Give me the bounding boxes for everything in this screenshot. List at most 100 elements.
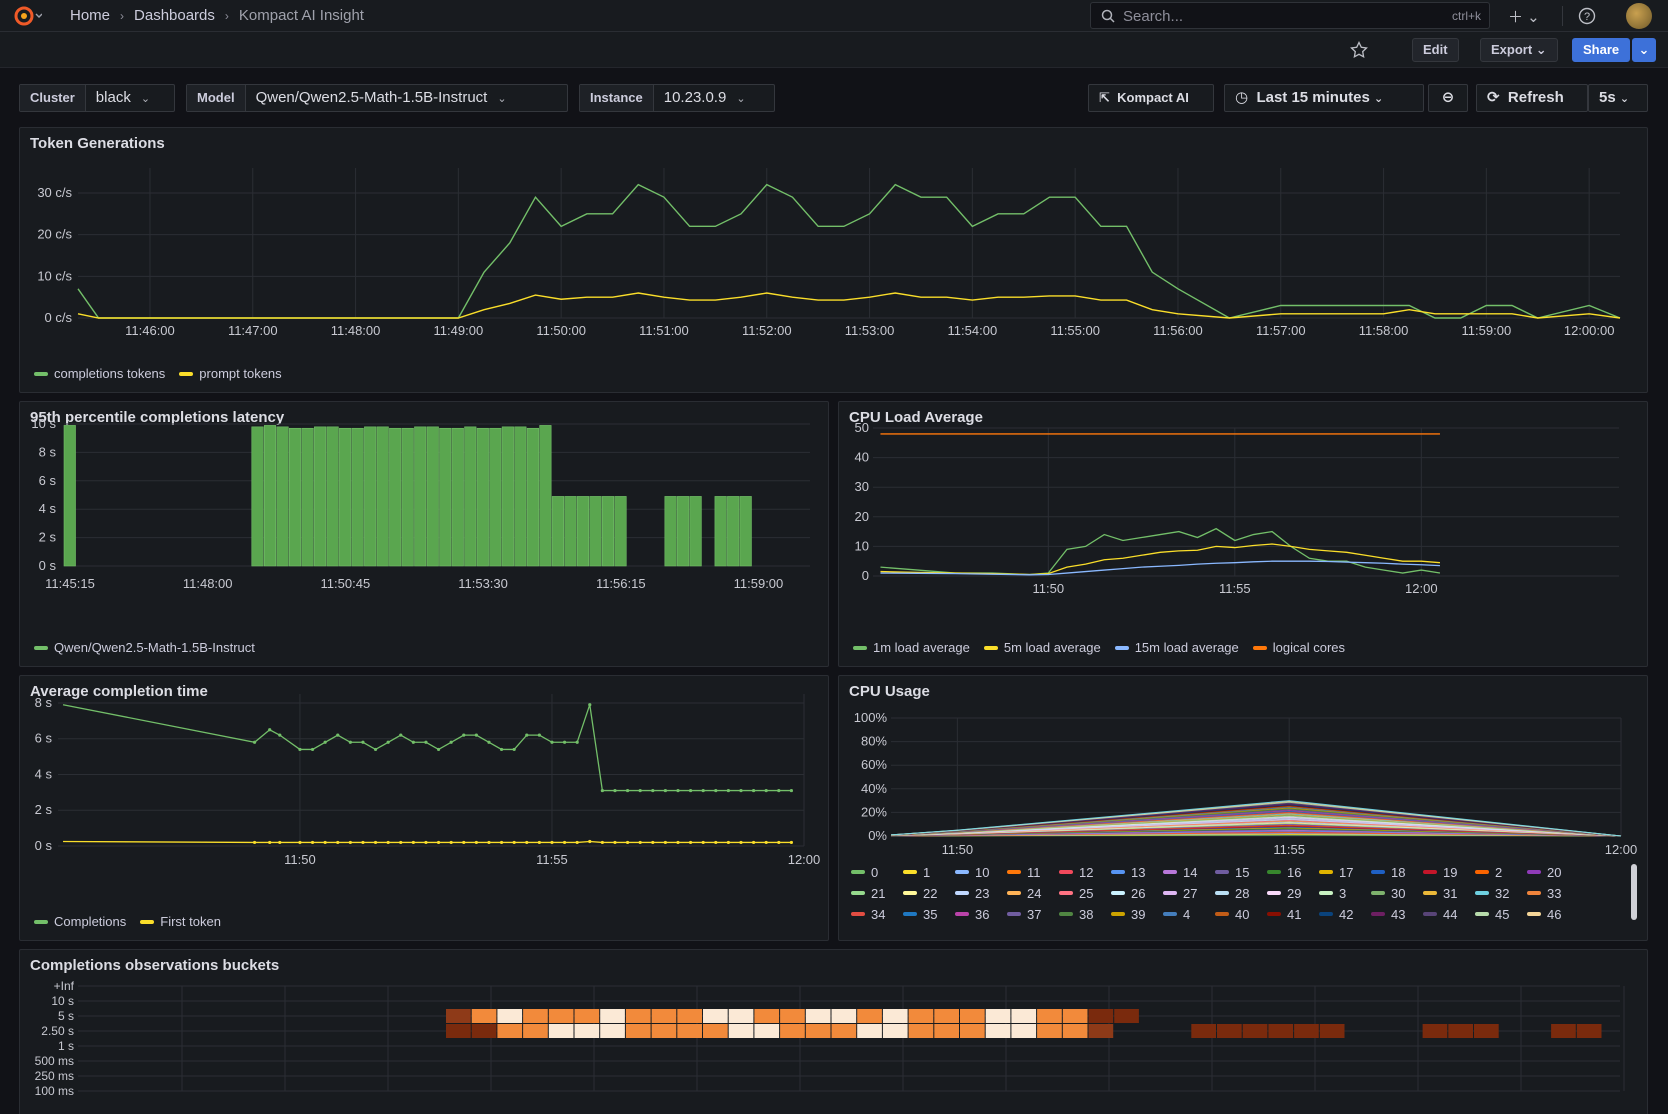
legend-item[interactable]: 36 [955,906,993,922]
token-generations-chart[interactable]: 0 c/s 10 c/s 20 c/s 30 c/s 11:46:00 11:47:00 1… [20,128,1649,394]
legend-item[interactable]: 15 [1215,864,1253,880]
legend-item[interactable]: 24 [1007,885,1045,901]
legend-item[interactable]: 25 [1059,885,1097,901]
legend-swatch [851,912,865,916]
legend-item[interactable]: First token [140,914,221,929]
legend-item[interactable]: 27 [1163,885,1201,901]
legend-item[interactable]: 4 [1163,906,1201,922]
cpu-load-chart[interactable]: 0 10 20 30 40 50 11:50 11:55 12:00 [839,402,1649,668]
legend-item[interactable]: 39 [1111,906,1149,922]
buckets-heatmap[interactable]: +Inf10 s5 s2.50 s1 s500 ms250 ms100 ms [20,950,1649,1114]
legend-item[interactable]: completions tokens [34,366,165,381]
refresh-interval-select[interactable]: 5s ⌄ [1588,84,1648,112]
legend-item[interactable]: Qwen/Qwen2.5-Math-1.5B-Instruct [34,640,255,655]
buckets-panel[interactable]: Completions observations buckets +Inf 10 … [19,949,1648,1114]
plus-icon[interactable]: ＋ ⌄ [1508,6,1540,27]
user-avatar[interactable] [1626,3,1652,29]
legend-item[interactable]: 43 [1371,906,1409,922]
legend-item[interactable]: 33 [1527,885,1565,901]
legend-item[interactable]: 3 [1319,885,1357,901]
cpu-usage-chart[interactable]: 0% 20% 40% 60% 80% 100% 11:50 11:55 12:00 [839,676,1649,866]
share-button[interactable]: Share [1572,38,1630,62]
legend-item[interactable]: 5 [903,927,941,931]
legend-item[interactable]: 19 [1423,864,1461,880]
zoom-out-button[interactable]: ⊖ [1428,84,1468,112]
legend-item[interactable]: 42 [1319,906,1357,922]
grafana-logo-icon[interactable] [12,4,42,28]
cpu-load-panel[interactable]: CPU Load Average 0 10 20 30 40 50 11:50 11:55 12… [838,401,1648,667]
breadcrumb-dashboards[interactable]: Dashboards [134,7,215,24]
y-tick-label: 4 s [39,501,57,516]
legend-item[interactable]: 45 [1475,906,1513,922]
legend-item[interactable]: 38 [1059,906,1097,922]
cluster-variable[interactable]: Cluster black ⌄ [19,84,175,112]
kompact-ai-link[interactable]: ⇱ Kompact AI [1088,84,1214,112]
help-icon[interactable]: ? [1578,7,1596,25]
heatmap-cell [600,1024,625,1038]
legend-item[interactable]: 31 [1423,885,1461,901]
x-tick-label: 11:45:15 [45,576,95,591]
legend-item[interactable]: 8 [1059,927,1097,931]
legend-item[interactable]: 20 [1527,864,1565,880]
legend-item[interactable]: 14 [1163,864,1201,880]
star-icon[interactable] [1350,41,1368,59]
search-input[interactable]: Search... ctrl+k [1090,2,1490,29]
latency-chart[interactable]: 0 s 2 s 4 s 6 s 8 s 10 s 11:45:15 11:48:00 11:50… [20,402,830,668]
legend-item[interactable]: 1 [903,864,941,880]
avg-completion-chart[interactable]: 0 s 2 s 4 s 6 s 8 s 11:50 11:55 12:00 [20,676,830,942]
instance-select[interactable]: 10.23.0.9 ⌄ [654,85,756,111]
legend-item[interactable]: 47 [851,927,889,931]
legend-item[interactable]: logical cores [1252,640,1345,655]
share-dropdown-button[interactable]: ⌄ [1632,38,1656,62]
legend-item[interactable]: 13 [1111,864,1149,880]
legend-item[interactable]: 28 [1215,885,1253,901]
avg-completion-panel[interactable]: Average completion time 0 s2 s4 s6 s8 s1… [19,675,829,941]
legend-item[interactable]: 30 [1371,885,1409,901]
legend-item[interactable]: 22 [903,885,941,901]
legend-item[interactable]: 6 [955,927,993,931]
refresh-button[interactable]: ⟳ Refresh [1476,84,1588,112]
legend-scrollbar[interactable] [1631,864,1637,920]
legend-item[interactable]: 46 [1527,906,1565,922]
legend-item[interactable]: 41 [1267,906,1305,922]
legend-item[interactable]: prompt tokens [179,366,282,381]
legend-item[interactable]: 1m load average [853,640,970,655]
legend-item[interactable]: 15m load average [1114,640,1239,655]
series-point [336,840,340,845]
legend-item[interactable]: 32 [1475,885,1513,901]
cpu-usage-panel[interactable]: CPU Usage 0% 20% 40% 60% 80% 100% 11:50 11:55 12… [838,675,1648,941]
token-generations-panel[interactable]: Token Generations 0 c/s 10 c/s 20 c/s 30 c/… [19,127,1648,393]
legend-item[interactable]: 44 [1423,906,1461,922]
legend-item[interactable]: 35 [903,906,941,922]
instance-variable[interactable]: Instance 10.23.0.9 ⌄ [579,84,775,112]
legend-swatch [1007,870,1021,874]
breadcrumb-home[interactable]: Home [70,7,110,24]
legend-item[interactable]: 2 [1475,864,1513,880]
legend-item[interactable]: 26 [1111,885,1149,901]
legend-item[interactable]: 10 [955,864,993,880]
legend-item[interactable]: 16 [1267,864,1305,880]
legend-item[interactable]: 40 [1215,906,1253,922]
legend-item[interactable]: 37 [1007,906,1045,922]
model-variable[interactable]: Model Qwen/Qwen2.5-Math-1.5B-Instruct ⌄ [186,84,568,112]
time-range-picker[interactable]: ◷ Last 15 minutes ⌄ [1224,84,1424,112]
heatmap-cell [471,1024,497,1038]
export-button[interactable]: Export ⌄ [1480,38,1558,62]
legend-item[interactable]: 21 [851,885,889,901]
latency-panel[interactable]: 95th percentile completions latency 0 s2… [19,401,829,667]
legend-item[interactable]: 11 [1007,864,1045,880]
legend-item[interactable]: 18 [1371,864,1409,880]
legend-item[interactable]: 23 [955,885,993,901]
legend-item[interactable]: 17 [1319,864,1357,880]
legend-item[interactable]: 29 [1267,885,1305,901]
legend-item[interactable]: 12 [1059,864,1097,880]
model-select[interactable]: Qwen/Qwen2.5-Math-1.5B-Instruct ⌄ [246,85,517,111]
legend-item[interactable]: Completions [34,914,126,929]
legend-item[interactable]: 7 [1007,927,1045,931]
legend-item[interactable]: 0 [851,864,889,880]
legend-item[interactable]: 9 [1111,927,1149,931]
legend-item[interactable]: 34 [851,906,889,922]
cluster-select[interactable]: black ⌄ [86,85,160,111]
edit-button[interactable]: Edit [1412,38,1459,62]
legend-item[interactable]: 5m load average [983,640,1101,655]
